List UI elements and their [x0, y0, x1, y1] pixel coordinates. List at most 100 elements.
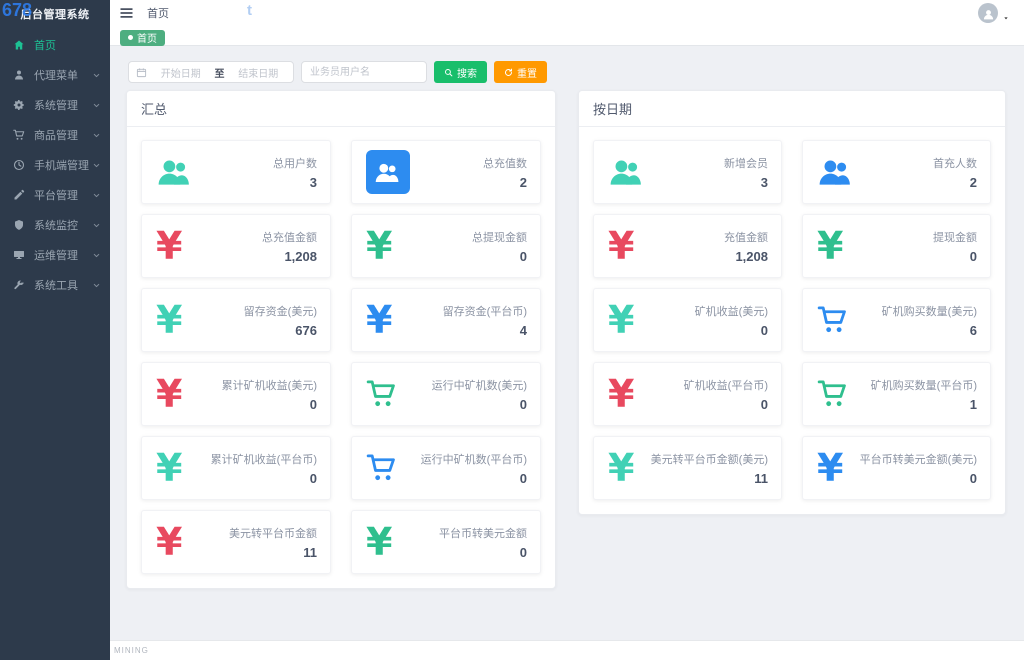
stat-card: ¥ 平台币转美元金额 0 — [351, 510, 541, 574]
sidebar-item-home[interactable]: 首页 — [0, 30, 110, 60]
start-date-placeholder: 开始日期 — [160, 68, 201, 80]
yen-icon: ¥ — [156, 224, 183, 268]
panels: 汇总 总用户数 3 总充值数 2 ¥ 总充值金额 1,208 ¥ 总提现金额 0… — [126, 90, 1006, 589]
stat-value: 11 — [754, 470, 768, 486]
sidebar-toggle-icon[interactable] — [119, 7, 134, 19]
stat-label: 运行中矿机数(平台币) — [420, 453, 527, 466]
chevron-down-icon — [92, 71, 101, 80]
stat-label: 累计矿机收益(美元) — [221, 379, 317, 392]
chevron-down-icon — [92, 161, 101, 170]
panel-summary: 汇总 总用户数 3 总充值数 2 ¥ 总充值金额 1,208 ¥ 总提现金额 0… — [126, 90, 556, 589]
stat-card: 矿机购买数量(平台币) 1 — [802, 362, 991, 426]
search-icon — [444, 68, 453, 77]
yen-icon: ¥ — [817, 224, 844, 268]
yen-icon: ¥ — [156, 446, 183, 490]
panel-title: 汇总 — [127, 91, 555, 127]
stat-card: ¥ 提现金额 0 — [802, 214, 991, 278]
user-icon — [13, 69, 25, 81]
sidebar-item-system-management[interactable]: 系统管理 — [0, 90, 110, 120]
stat-value: 3 — [760, 174, 768, 190]
sidebar-item-system-monitor[interactable]: 系统监控 — [0, 210, 110, 240]
chevron-down-icon — [92, 221, 101, 230]
stat-value: 0 — [519, 396, 527, 412]
stat-card: ¥ 平台币转美元金额(美元) 0 — [802, 436, 991, 500]
sidebar-item-label: 代理菜单 — [34, 70, 78, 82]
sidebar-item-system-tools[interactable]: 系统工具 — [0, 270, 110, 300]
monitor-icon — [13, 249, 25, 261]
stat-label: 累计矿机收益(平台币) — [210, 453, 317, 466]
sidebar: 后台管理系统 首页 代理菜单 系统管理 商品管理 手机端管理 平台管理 系统监控… — [0, 0, 110, 660]
sidebar-item-product-management[interactable]: 商品管理 — [0, 120, 110, 150]
sidebar-item-label: 系统监控 — [34, 220, 78, 232]
sidebar-item-ops-management[interactable]: 运维管理 — [0, 240, 110, 270]
yen-icon: ¥ — [156, 520, 183, 564]
stat-card: 运行中矿机数(平台币) 0 — [351, 436, 541, 500]
person-icon — [982, 8, 995, 21]
yen-icon: ¥ — [608, 446, 635, 490]
refresh-icon — [504, 68, 513, 77]
stat-card: ¥ 留存资金(平台币) 4 — [351, 288, 541, 352]
stat-value: 4 — [519, 322, 527, 338]
yen-icon: ¥ — [608, 224, 635, 268]
sidebar-item-platform-management[interactable]: 平台管理 — [0, 180, 110, 210]
breadcrumb[interactable]: 首页 — [147, 5, 169, 21]
users-icon — [366, 150, 410, 194]
chevron-down-icon — [92, 131, 101, 140]
user-menu[interactable] — [978, 3, 1010, 23]
yen-icon: ¥ — [156, 372, 183, 416]
stat-label: 充值金额 — [724, 231, 768, 244]
cart-icon — [817, 306, 848, 334]
clock-icon — [13, 159, 25, 171]
sidebar-item-label: 系统管理 — [34, 100, 78, 112]
reset-button[interactable]: 重置 — [494, 61, 547, 83]
users-icon — [608, 158, 646, 186]
tab-home-tag[interactable]: 首页 — [120, 29, 165, 46]
stat-card: ¥ 美元转平台币金额(美元) 11 — [593, 436, 782, 500]
stat-value: 0 — [519, 544, 527, 560]
sidebar-item-agent-menu[interactable]: 代理菜单 — [0, 60, 110, 90]
stat-card: 矿机购买数量(美元) 6 — [802, 288, 991, 352]
stat-card: ¥ 总充值金额 1,208 — [141, 214, 331, 278]
sidebar-item-label: 首页 — [34, 40, 56, 52]
yen-icon: ¥ — [366, 520, 393, 564]
avatar — [978, 3, 998, 23]
chevron-down-icon — [92, 191, 101, 200]
tag-bar: 首页 — [110, 26, 1024, 46]
stat-value: 1,208 — [735, 248, 768, 264]
calendar-icon — [136, 67, 147, 78]
tag-label: 首页 — [137, 34, 157, 45]
stat-label: 新增会员 — [724, 157, 768, 170]
content: 开始日期 至 结束日期 搜索 重置 汇总 总用户数 3 总充值数 2 — [110, 46, 1024, 640]
panel-by-date: 按日期 新增会员 3 首充人数 2 ¥ 充值金额 1,208 ¥ 提现金额 0 … — [578, 90, 1006, 515]
topbar: 首页 — [110, 0, 1024, 26]
sidebar-item-mobile-management[interactable]: 手机端管理 — [0, 150, 110, 180]
cart-icon — [366, 454, 397, 482]
footer-text: MINING — [114, 646, 149, 655]
stat-label: 美元转平台币金额 — [229, 527, 317, 540]
stat-label: 总用户数 — [273, 157, 317, 170]
date-separator: 至 — [214, 68, 225, 80]
card-grid: 总用户数 3 总充值数 2 ¥ 总充值金额 1,208 ¥ 总提现金额 0 ¥ … — [127, 127, 555, 588]
stat-value: 0 — [519, 248, 527, 264]
search-button[interactable]: 搜索 — [434, 61, 487, 83]
sidebar-item-label: 运维管理 — [34, 250, 78, 262]
stat-label: 矿机收益(平台币) — [683, 379, 768, 392]
stat-value: 0 — [760, 396, 768, 412]
stat-label: 总充值金额 — [262, 231, 317, 244]
stat-label: 留存资金(美元) — [243, 305, 317, 318]
stat-label: 美元转平台币金额(美元) — [650, 453, 768, 466]
stat-value: 1 — [969, 396, 977, 412]
end-date-placeholder: 结束日期 — [238, 68, 279, 80]
stat-label: 总提现金额 — [472, 231, 527, 244]
yen-icon: ¥ — [608, 372, 635, 416]
keyword-input[interactable] — [301, 61, 427, 83]
stat-card: ¥ 累计矿机收益(平台币) 0 — [141, 436, 331, 500]
stat-value: 6 — [969, 322, 977, 338]
stat-value: 0 — [969, 248, 977, 264]
panel-title: 按日期 — [579, 91, 1005, 127]
stat-label: 矿机购买数量(美元) — [881, 305, 977, 318]
stat-card: ¥ 留存资金(美元) 676 — [141, 288, 331, 352]
date-range-picker[interactable]: 开始日期 至 结束日期 — [128, 61, 294, 83]
sidebar-item-label: 商品管理 — [34, 130, 78, 142]
stat-value: 11 — [303, 544, 317, 560]
